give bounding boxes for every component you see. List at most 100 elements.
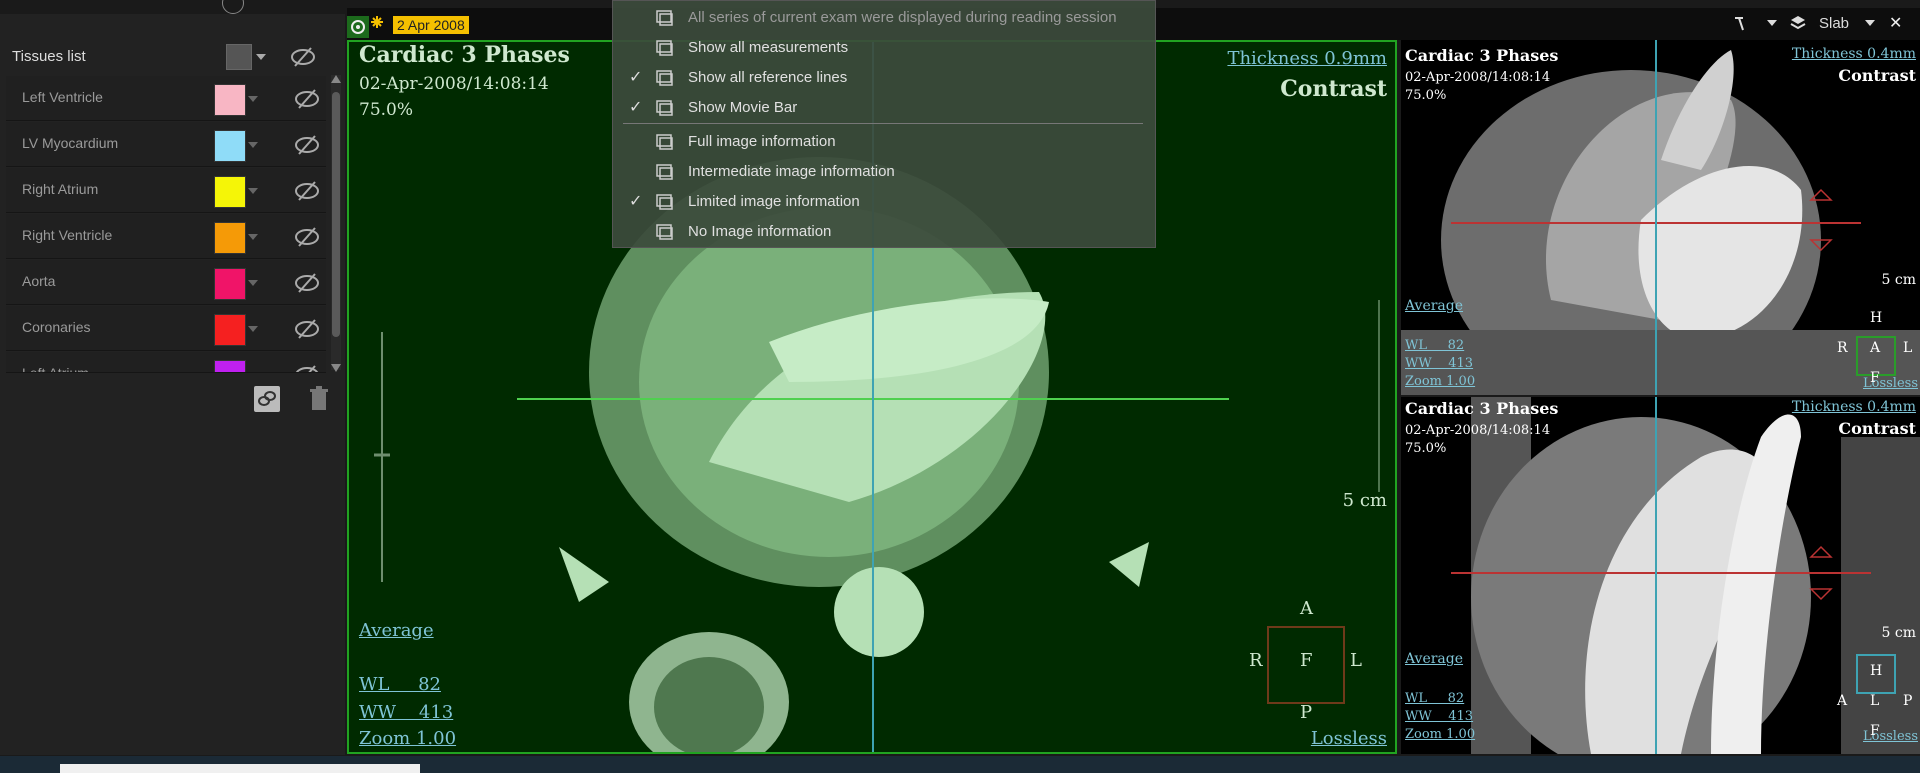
image-info-icon <box>656 194 673 210</box>
average-link[interactable]: Average <box>359 620 434 641</box>
side-top-ww-link[interactable]: WW 413 <box>1405 356 1473 371</box>
menu-item-label: All series of current exam were displaye… <box>688 9 1117 26</box>
tissue-label: Aorta <box>22 273 56 289</box>
side-bottom-contrast: Contrast <box>1838 419 1916 438</box>
slab-button[interactable]: Slab <box>1819 15 1849 32</box>
close-icon[interactable]: ✕ <box>1889 13 1902 33</box>
sagittal-viewport-bottom[interactable]: Cardiac 3 Phases 02-Apr-2008/14:08:14 75… <box>1401 397 1920 754</box>
menu-item-label: No Image information <box>688 223 832 240</box>
chevron-down-icon[interactable] <box>1767 20 1777 26</box>
menu-item-label: Intermediate image information <box>688 163 895 180</box>
zoom-link[interactable]: Zoom 1.00 <box>359 728 456 749</box>
tissue-row[interactable]: Coronaries <box>6 306 326 351</box>
sagittal-viewport-top[interactable]: Cardiac 3 Phases 02-Apr-2008/14:08:14 75… <box>1401 40 1920 395</box>
menu-item[interactable]: ✓ Limited image information <box>613 187 1155 217</box>
side-bottom-average-link[interactable]: Average <box>1405 651 1463 667</box>
tissue-row[interactable]: Right Ventricle <box>6 214 326 259</box>
hide-tissue-icon[interactable] <box>294 132 320 158</box>
scale-label: 5 cm <box>1342 490 1387 511</box>
hide-tissue-icon[interactable] <box>294 270 320 296</box>
side-bottom-datetime: 02-Apr-2008/14:08:14 <box>1405 423 1551 438</box>
tissue-color-swatch[interactable] <box>214 84 246 116</box>
chevron-down-icon[interactable] <box>248 326 258 332</box>
menu-item: All series of current exam were displaye… <box>613 3 1155 33</box>
hide-all-icon[interactable] <box>290 45 316 69</box>
lossless-link[interactable]: Lossless <box>1311 728 1387 749</box>
tissue-color-swatch[interactable] <box>214 360 246 372</box>
tissue-color-swatch[interactable] <box>214 268 246 300</box>
side-bottom-thickness-link[interactable]: Thickness 0.4mm <box>1792 399 1916 415</box>
menu-item[interactable]: ✓ Show all reference lines <box>613 63 1155 93</box>
orientation-center: F <box>1300 650 1313 671</box>
image-info-icon <box>656 134 673 150</box>
side-bottom-ww-link[interactable]: WW 413 <box>1405 709 1473 724</box>
side-top-zoom-link[interactable]: Zoom 1.00 <box>1405 374 1475 389</box>
tissue-color-button[interactable] <box>226 44 252 70</box>
side-top-average-link[interactable]: Average <box>1405 298 1463 314</box>
side-bottom-orient-top: H <box>1870 663 1883 679</box>
chevron-down-icon[interactable] <box>1865 20 1875 26</box>
chevron-down-icon[interactable] <box>248 142 258 148</box>
menu-item-label: Show all reference lines <box>688 69 848 86</box>
panel-top-bar <box>0 0 345 14</box>
tissue-label: Right Atrium <box>22 181 99 197</box>
tissue-row[interactable]: Left Atrium <box>6 352 326 373</box>
window-level-link[interactable]: WL 82 <box>359 674 441 695</box>
side-bottom-wl-link[interactable]: WL 82 <box>1405 691 1464 706</box>
monitor-icon <box>656 10 673 26</box>
scroll-up-icon[interactable] <box>331 75 341 83</box>
trash-icon[interactable] <box>308 386 330 412</box>
chevron-down-icon[interactable] <box>248 188 258 194</box>
tissue-label: Right Ventricle <box>22 227 113 243</box>
hide-tissue-icon[interactable] <box>294 316 320 342</box>
viewport-datetime: 02-Apr-2008/14:08:14 <box>359 74 549 94</box>
side-top-orient-right: L <box>1903 340 1913 356</box>
scrollbar-thumb[interactable] <box>332 92 340 337</box>
chevron-down-icon[interactable] <box>248 234 258 240</box>
window-width-link[interactable]: WW 413 <box>359 702 453 723</box>
side-bottom-zoom-link[interactable]: Zoom 1.00 <box>1405 727 1475 742</box>
menu-item-label: Full image information <box>688 133 836 150</box>
tissue-row[interactable]: Right Atrium <box>6 168 326 213</box>
menu-item[interactable]: ✓ Show Movie Bar <box>613 93 1155 123</box>
side-bottom-orient-right: P <box>1903 693 1913 709</box>
menu-item[interactable]: No Image information <box>613 217 1155 247</box>
series-tab[interactable]: 2 Apr 2008 <box>347 14 477 38</box>
tissue-color-swatch[interactable] <box>214 130 246 162</box>
chevron-down-icon[interactable] <box>248 280 258 286</box>
hide-tissue-icon[interactable] <box>294 224 320 250</box>
hide-tissue-icon[interactable] <box>294 86 320 112</box>
chevron-down-icon[interactable] <box>256 54 266 60</box>
tissue-row[interactable]: LV Myocardium <box>6 122 326 167</box>
side-top-thickness-link[interactable]: Thickness 0.4mm <box>1792 46 1916 62</box>
chevron-down-icon[interactable] <box>248 372 258 373</box>
thickness-link[interactable]: Thickness 0.9mm <box>1227 48 1387 69</box>
menu-item[interactable]: Show all measurements <box>613 33 1155 63</box>
orientation-bottom: P <box>1300 702 1313 723</box>
tissue-color-swatch[interactable] <box>214 222 246 254</box>
side-bottom-orient-bottom: F <box>1870 723 1880 739</box>
visibility-icon[interactable] <box>222 0 244 14</box>
menu-item[interactable]: Intermediate image information <box>613 157 1155 187</box>
scroll-down-icon[interactable] <box>331 364 341 372</box>
tissue-row[interactable]: Left Ventricle <box>6 76 326 121</box>
hide-tissue-icon[interactable] <box>294 362 320 373</box>
side-bottom-orient-center: L <box>1870 693 1880 709</box>
tissue-color-swatch[interactable] <box>214 176 246 208</box>
hide-tissue-icon[interactable] <box>294 178 320 204</box>
menu-separator <box>623 123 1143 124</box>
tissue-row[interactable]: Aorta <box>6 260 326 305</box>
tissue-color-swatch[interactable] <box>214 314 246 346</box>
chevron-down-icon[interactable] <box>248 96 258 102</box>
side-top-title: Cardiac 3 Phases <box>1405 46 1559 65</box>
link-tissue-button[interactable] <box>254 386 280 412</box>
slab-icon[interactable] <box>1789 14 1807 32</box>
side-top-wl-link[interactable]: WL 82 <box>1405 338 1464 353</box>
side-top-scale: 5 cm <box>1881 272 1916 288</box>
tissues-panel: Tissues list Left Ventricle LV Myocardium… <box>0 0 345 755</box>
movie-bar-icon <box>656 100 673 116</box>
menu-item[interactable]: Full image information <box>613 127 1155 157</box>
checkmark-icon: ✓ <box>629 69 643 86</box>
window-level-icon[interactable] <box>1733 14 1751 32</box>
menu-item-label: Show Movie Bar <box>688 99 798 116</box>
